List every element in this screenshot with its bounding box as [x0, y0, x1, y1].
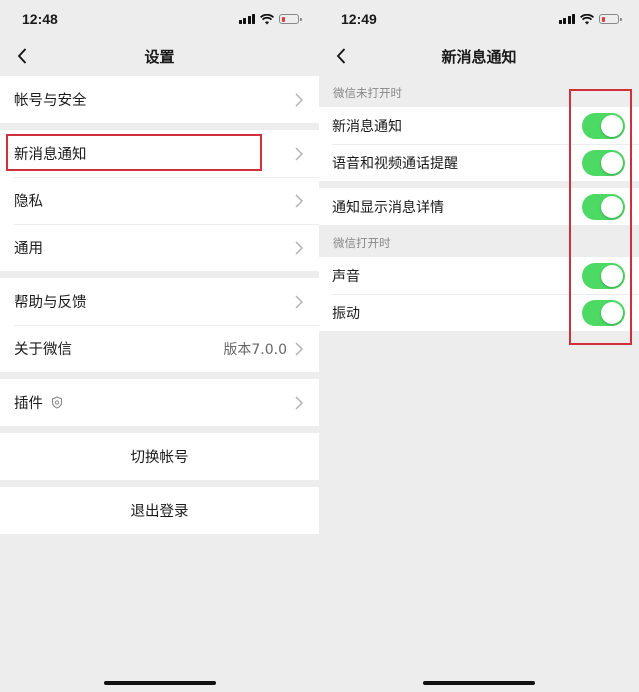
settings-item-label: 通用: [14, 241, 43, 257]
back-arrow-icon: [17, 48, 27, 64]
chevron-right-icon: [295, 341, 303, 356]
settings-item-label: 帮助与反馈: [14, 295, 87, 311]
page-title: 设置: [144, 47, 175, 66]
chevron-right-icon: [295, 146, 303, 161]
settings-item-label: 插件: [14, 396, 43, 412]
home-indicator: [423, 681, 535, 685]
screenshot-pair: 12:48 设置 帐号与安全 新消息通知 隐私 通用 帮助与反馈 关于微信 版本…: [0, 0, 639, 692]
status-time: 12:48: [22, 11, 58, 27]
plugin-shield-icon: [51, 396, 63, 409]
settings-item-account-security[interactable]: 帐号与安全: [0, 76, 319, 123]
battery-icon: [599, 14, 622, 24]
settings-screen: 12:48 设置 帐号与安全 新消息通知 隐私 通用 帮助与反馈 关于微信 版本…: [0, 0, 319, 692]
chevron-right-icon: [295, 395, 303, 410]
setting-label: 振动: [332, 305, 360, 322]
setting-label: 声音: [332, 268, 360, 285]
setting-label: 通知显示消息详情: [332, 199, 444, 216]
logout-label: 退出登录: [130, 504, 189, 520]
section-header-label: 微信打开时: [333, 236, 391, 250]
home-indicator: [103, 681, 216, 685]
back-button[interactable]: [331, 46, 351, 66]
settings-item-plugins[interactable]: 插件: [0, 379, 319, 426]
page-title: 新消息通知: [441, 47, 517, 66]
chevron-right-icon: [295, 193, 303, 208]
settings-item-help-feedback[interactable]: 帮助与反馈: [0, 278, 319, 325]
highlight-box-toggles: [569, 89, 632, 345]
status-icons: [558, 13, 622, 25]
settings-item-general[interactable]: 通用: [0, 224, 319, 271]
wifi-icon: [260, 13, 274, 24]
logout-button[interactable]: 退出登录: [0, 487, 319, 534]
status-time: 12:49: [341, 11, 377, 27]
settings-group-help: 帮助与反馈 关于微信 版本7.0.0: [0, 278, 319, 372]
chevron-right-icon: [295, 92, 303, 107]
settings-item-label: 隐私: [14, 194, 43, 210]
version-value: 版本7.0.0: [223, 341, 287, 358]
setting-label: 语音和视频通话提醒: [332, 155, 458, 172]
nav-bar: 新消息通知: [319, 38, 639, 74]
setting-label: 新消息通知: [332, 118, 402, 135]
status-icons: [238, 13, 302, 25]
highlight-box-new-message: [6, 134, 262, 171]
chevron-right-icon: [295, 294, 303, 309]
signal-icon: [238, 14, 255, 24]
back-arrow-icon: [336, 48, 346, 64]
settings-group-plugins: 插件: [0, 379, 319, 426]
chevron-right-icon: [295, 240, 303, 255]
status-bar: 12:49: [319, 0, 639, 38]
settings-item-privacy[interactable]: 隐私: [0, 177, 319, 224]
nav-bar: 设置: [0, 38, 319, 74]
battery-icon: [279, 14, 302, 24]
switch-account-button[interactable]: 切换帐号: [0, 433, 319, 480]
section-header-label: 微信未打开时: [333, 86, 402, 100]
settings-item-about[interactable]: 关于微信 版本7.0.0: [0, 325, 319, 372]
settings-group-account: 帐号与安全: [0, 76, 319, 123]
status-bar: 12:48: [0, 0, 319, 38]
signal-icon: [558, 14, 575, 24]
notification-settings-screen: 12:49 新消息通知 微信未打开时 新消息通知 语音和视频通话提醒 通知显示消…: [319, 0, 639, 692]
wifi-icon: [580, 13, 594, 24]
settings-item-label: 关于微信: [14, 342, 72, 358]
back-button[interactable]: [12, 46, 32, 66]
settings-item-label: 帐号与安全: [14, 93, 87, 109]
switch-account-label: 切换帐号: [130, 450, 189, 466]
